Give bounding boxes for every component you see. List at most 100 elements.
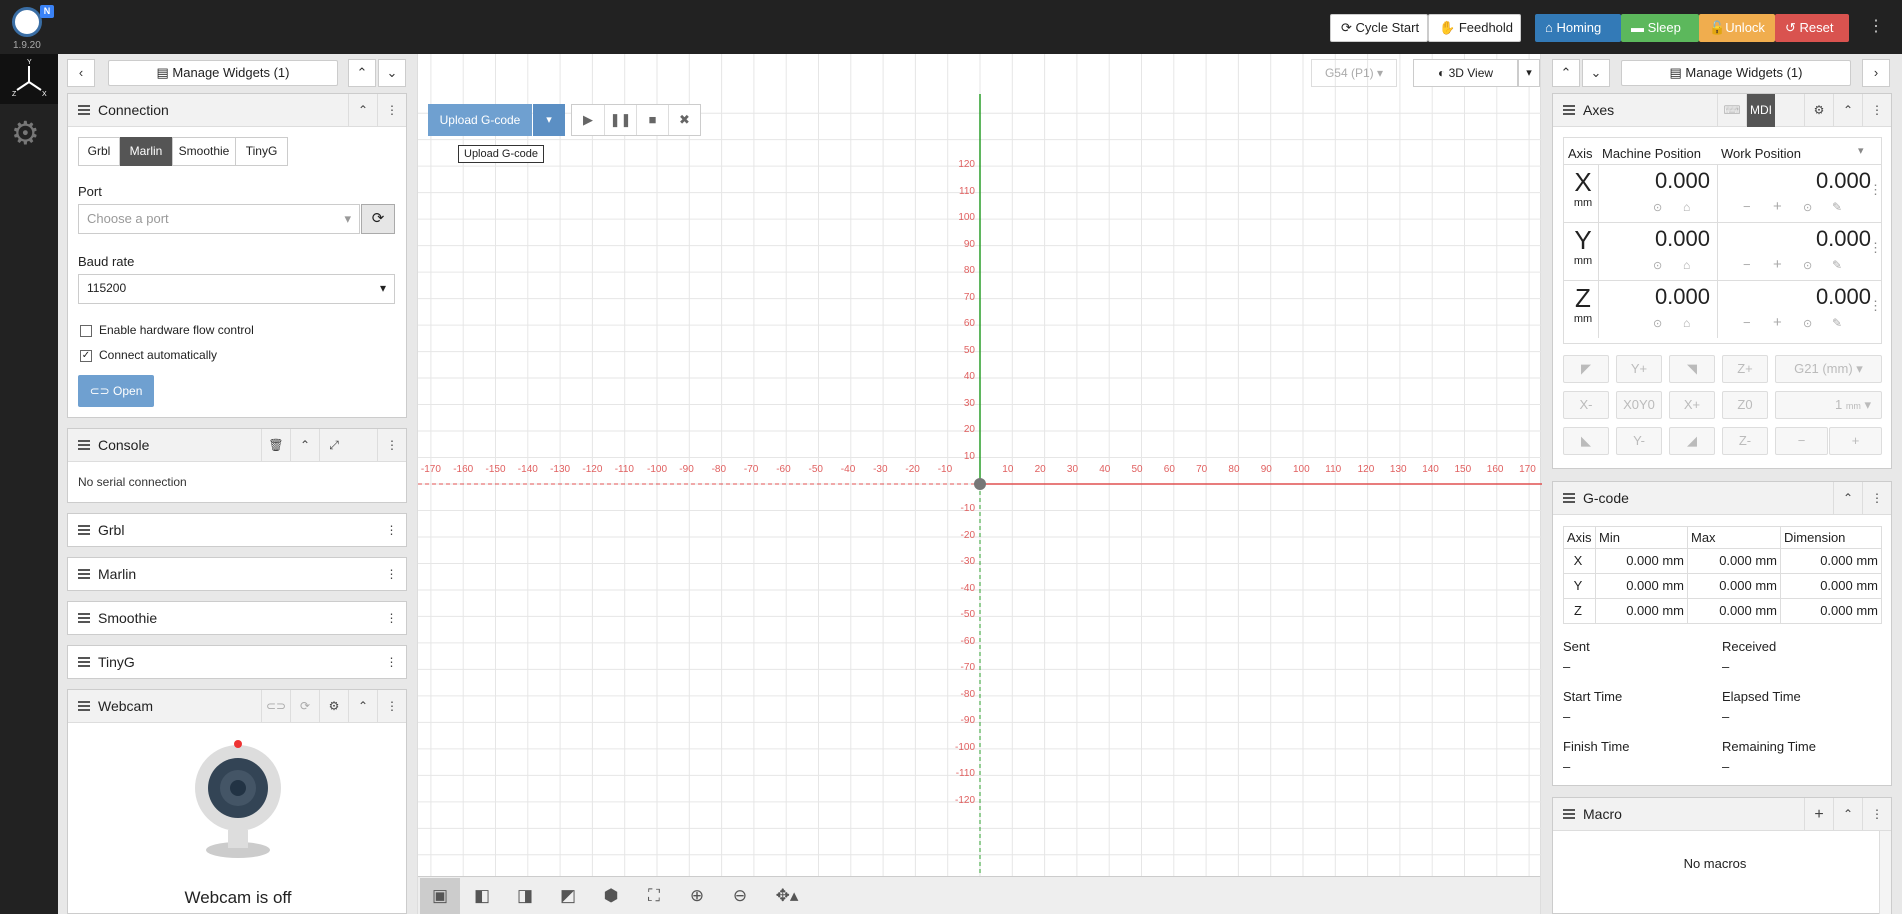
- visualizer[interactable]: -170 -160 -150 -140 -130 -120 -110 -100 -90 -80 -7…: [417, 54, 1542, 914]
- settings-gear-icon[interactable]: ⚙: [11, 114, 40, 152]
- row-menu-icon[interactable]: ⋮: [1869, 298, 1882, 314]
- play-icon[interactable]: ▶: [572, 105, 604, 135]
- mdi-button[interactable]: MDI: [1746, 94, 1775, 127]
- go-to-icon[interactable]: ⊙: [1803, 201, 1812, 214]
- close-icon[interactable]: ✖: [668, 105, 700, 135]
- more-icon[interactable]: ⋮: [1862, 94, 1891, 127]
- chevron-up-icon[interactable]: ⌃: [348, 690, 377, 723]
- step-increase-icon[interactable]: +: [1829, 427, 1882, 455]
- drag-handle-icon[interactable]: [78, 525, 90, 535]
- refresh-ports-icon[interactable]: ⟳: [361, 204, 395, 234]
- jog-xplus-yplus-icon[interactable]: ◥: [1669, 355, 1715, 383]
- auto-connect-checkbox[interactable]: ✓: [80, 350, 92, 362]
- front-view-icon[interactable]: ◧: [462, 878, 502, 914]
- pan-icon[interactable]: ✥▴: [763, 878, 811, 914]
- drag-handle-icon[interactable]: [78, 701, 90, 711]
- axes-nav-icon[interactable]: Y Z X: [0, 54, 58, 104]
- go-to-icon[interactable]: ⊙: [1803, 259, 1812, 272]
- drag-handle-icon[interactable]: [1563, 105, 1575, 115]
- more-icon[interactable]: ⋮: [377, 558, 406, 591]
- right-view-icon[interactable]: ◨: [505, 878, 545, 914]
- tab-smoothie[interactable]: Smoothie: [172, 137, 236, 166]
- scroll-down-icon[interactable]: ⌄: [378, 59, 406, 87]
- macro-scrollbar[interactable]: [1879, 831, 1891, 914]
- jog-y-plus-button[interactable]: Y+: [1616, 355, 1662, 383]
- scroll-up-icon[interactable]: ⌃: [1552, 59, 1580, 87]
- pause-icon[interactable]: ❚❚: [604, 105, 636, 135]
- marlin-widget[interactable]: Marlin ⋮: [67, 557, 407, 591]
- feedhold-button[interactable]: ✋ Feedhold: [1428, 14, 1521, 42]
- gear-icon[interactable]: ⚙: [319, 690, 348, 723]
- row-menu-icon[interactable]: ⋮: [1869, 182, 1882, 198]
- fit-view-icon[interactable]: ⛶: [634, 878, 674, 914]
- drag-handle-icon[interactable]: [78, 569, 90, 579]
- top-view-icon[interactable]: ▣: [420, 878, 460, 914]
- refresh-icon[interactable]: ⟳: [290, 690, 319, 723]
- chevron-up-icon[interactable]: ⌃: [1833, 798, 1862, 831]
- drag-handle-icon[interactable]: [78, 613, 90, 623]
- stop-icon[interactable]: ■: [636, 105, 668, 135]
- go-xy-zero-button[interactable]: X0Y0: [1616, 391, 1662, 419]
- chevron-up-icon[interactable]: ⌃: [1833, 94, 1862, 127]
- home-icon[interactable]: ⌂: [1683, 258, 1690, 272]
- drag-handle-icon[interactable]: [1563, 493, 1575, 503]
- minus-icon[interactable]: −: [1743, 315, 1751, 330]
- go-to-icon[interactable]: ⊙: [1653, 259, 1662, 272]
- minus-icon[interactable]: −: [1743, 199, 1751, 214]
- hardware-flow-checkbox[interactable]: [80, 325, 92, 337]
- plus-icon[interactable]: +: [1773, 256, 1782, 273]
- go-to-icon[interactable]: ⊙: [1803, 317, 1812, 330]
- tinyg-widget[interactable]: TinyG ⋮: [67, 645, 407, 679]
- left-view-icon[interactable]: ◩: [548, 878, 588, 914]
- baud-rate-select[interactable]: 115200 ▾: [78, 274, 395, 304]
- drag-handle-icon[interactable]: [78, 105, 90, 115]
- home-icon[interactable]: ⌂: [1683, 316, 1690, 330]
- tab-marlin[interactable]: Marlin: [120, 137, 172, 166]
- tab-tinyg[interactable]: TinyG: [236, 137, 288, 166]
- chevron-up-icon[interactable]: ⌃: [290, 429, 319, 462]
- zoom-out-icon[interactable]: ⊖: [720, 878, 760, 914]
- caret-down-icon[interactable]: ▾: [1858, 144, 1864, 157]
- jog-x-minus-button[interactable]: X-: [1563, 391, 1609, 419]
- more-menu-icon[interactable]: ⋮: [1868, 16, 1884, 36]
- chevron-up-icon[interactable]: ⌃: [348, 94, 377, 127]
- unlock-button[interactable]: 🔓Unlock: [1699, 14, 1775, 42]
- collapse-left-icon[interactable]: ‹: [67, 59, 95, 87]
- drag-handle-icon[interactable]: [1563, 809, 1575, 819]
- sleep-button[interactable]: ▬ Sleep: [1621, 14, 1699, 42]
- drag-handle-icon[interactable]: [78, 657, 90, 667]
- caret-down-icon[interactable]: ▾: [533, 104, 565, 136]
- cycle-start-button[interactable]: ⟳ Cycle Start: [1330, 14, 1428, 42]
- tab-grbl[interactable]: Grbl: [78, 137, 120, 166]
- manage-widgets-left-button[interactable]: ▤ Manage Widgets (1): [108, 60, 338, 86]
- edit-icon[interactable]: ✎: [1832, 258, 1842, 272]
- open-button[interactable]: ⊂⊃ Open: [78, 375, 154, 407]
- go-to-icon[interactable]: ⊙: [1653, 317, 1662, 330]
- jog-y-minus-button[interactable]: Y-: [1616, 427, 1662, 455]
- more-icon[interactable]: ⋮: [377, 514, 406, 547]
- add-macro-icon[interactable]: +: [1804, 798, 1833, 831]
- collapse-right-icon[interactable]: ›: [1862, 59, 1890, 87]
- go-z-zero-button[interactable]: Z0: [1722, 391, 1768, 419]
- zoom-in-icon[interactable]: ⊕: [677, 878, 717, 914]
- step-decrease-icon[interactable]: −: [1775, 427, 1828, 455]
- reset-button[interactable]: ↺ Reset: [1775, 14, 1849, 42]
- row-menu-icon[interactable]: ⋮: [1869, 240, 1882, 256]
- home-icon[interactable]: ⌂: [1683, 200, 1690, 214]
- app-logo-icon[interactable]: [12, 7, 42, 37]
- keyboard-icon[interactable]: ⌨: [1717, 94, 1746, 127]
- trash-icon[interactable]: 🗑: [261, 429, 290, 462]
- toggle-icon[interactable]: ⊂⊃: [261, 690, 290, 723]
- 3d-cube-icon[interactable]: ⬢: [591, 878, 631, 914]
- jog-xplus-yminus-icon[interactable]: ◢: [1669, 427, 1715, 455]
- more-icon[interactable]: ⋮: [377, 429, 406, 462]
- smoothie-widget[interactable]: Smoothie ⋮: [67, 601, 407, 635]
- minus-icon[interactable]: −: [1743, 257, 1751, 272]
- homing-button[interactable]: ⌂ Homing: [1535, 14, 1621, 42]
- wcs-select[interactable]: G54 (P1) ▾: [1311, 59, 1397, 87]
- more-icon[interactable]: ⋮: [377, 690, 406, 723]
- grid-canvas[interactable]: [418, 54, 1542, 914]
- expand-icon[interactable]: ⤢: [319, 429, 348, 462]
- scroll-up-icon[interactable]: ⌃: [348, 59, 376, 87]
- units-select[interactable]: G21 (mm) ▾: [1775, 355, 1882, 383]
